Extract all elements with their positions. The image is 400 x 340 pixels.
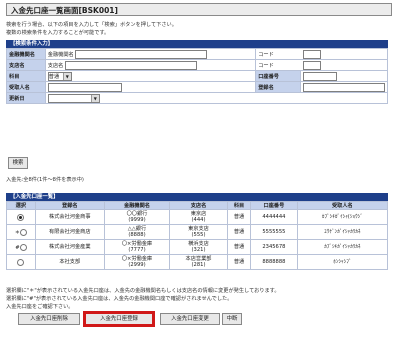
- cancel-button[interactable]: 中断: [222, 313, 242, 325]
- account-input[interactable]: [303, 71, 337, 81]
- search-button[interactable]: 検索: [8, 157, 28, 169]
- bank-cell: △△銀行 (8888): [103, 224, 171, 240]
- column-header: 支店名: [169, 201, 228, 210]
- type-cell: 普通: [226, 209, 252, 225]
- chevron-down-icon: ▼: [62, 72, 71, 80]
- change-button[interactable]: 入金先口座変更: [160, 313, 220, 325]
- select-cell: [6, 254, 36, 270]
- branch-name-input[interactable]: [65, 60, 198, 70]
- branch-code-label: コード: [255, 59, 301, 71]
- table-header: 選択 登録名 金融機関名 支店名 科目 口座番号 受取人名: [6, 201, 389, 210]
- reg-name-input[interactable]: [303, 82, 385, 92]
- table-row[interactable]: ＊有限会社河金商店 △△銀行 (8888) 東京支店 (555) 普通 5555555 ﾕｳｹ…: [6, 224, 389, 240]
- table-row[interactable]: 本社支部 〇×労働金庫 (2999) 本店営業部 (281) 普通 8888888 ﾎﾝｼｬｼ…: [6, 254, 389, 270]
- column-header: 金融機関名: [103, 201, 171, 210]
- branch-code-input[interactable]: [302, 60, 321, 70]
- bank-code: (9999): [128, 217, 146, 223]
- account-cell: 5555555: [250, 224, 298, 240]
- bank-sub-label: 金融機関名: [47, 51, 74, 58]
- select-cell: ＊: [6, 224, 36, 240]
- type-label: 科目: [6, 70, 46, 82]
- branch-cell: 東京店 (444): [169, 209, 228, 225]
- bank-label: 金融機関名: [6, 48, 46, 60]
- holder-cell: ｶﾌﾞｼｷｶﾞｲｼｬｶﾜｶﾈ: [296, 239, 389, 255]
- name-cell: 株式会社河金産業: [34, 239, 105, 255]
- reg-label: 登録名: [255, 81, 301, 93]
- bank-code: (2999): [128, 262, 146, 268]
- instruction-line-1: 検索を行う場合、以下の項目を入力して「検索」ボタンを押して下さい。: [6, 22, 177, 28]
- row-select-radio[interactable]: [17, 213, 25, 221]
- select-cell: [6, 209, 36, 225]
- account-cell: 8888888: [250, 254, 298, 270]
- row-select-radio[interactable]: [17, 258, 25, 266]
- holder-cell: ﾎﾝｼｬｼﾌﾞ: [296, 254, 389, 270]
- holder-cell: ﾕｳｹﾞﾝｶﾞｲｼｬｶﾜｶﾈ: [296, 224, 389, 240]
- branch-sub-label: 支店名: [47, 62, 64, 69]
- name-cell: 有限会社河金商店: [34, 224, 105, 240]
- type-select-value: 普通: [48, 73, 60, 80]
- delete-button[interactable]: 入金先口座削除: [18, 313, 80, 325]
- branch-cell: 横浜支店 (321): [169, 239, 228, 255]
- account-cell: 2345678: [250, 239, 298, 255]
- branch-code: (321): [191, 247, 206, 253]
- bank-code-input[interactable]: [302, 49, 321, 59]
- branch-cell: 東京支店 (555): [169, 224, 228, 240]
- branch-code: (555): [191, 232, 206, 238]
- search-section-header: 【検索条件入力】: [6, 40, 388, 48]
- holder-label: 受取人名: [6, 81, 46, 93]
- bank-cell: 〇〇銀行 (9999): [103, 209, 171, 225]
- table-row[interactable]: # 株式会社河金産業 〇×労働金庫 (7777) 横浜支店 (321) 普通 2345678 ｶ…: [6, 239, 389, 255]
- name-cell: 本社支部: [34, 254, 105, 270]
- bank-code-label: コード: [255, 48, 301, 60]
- holder-cell: ｶﾌﾞｼｷｶﾞｲｼｬ(ｼｮｳｼﾞ: [296, 209, 389, 225]
- bank-code: (8888): [128, 232, 146, 238]
- bank-name-input[interactable]: [75, 49, 208, 59]
- row-select-radio[interactable]: [19, 243, 27, 251]
- account-cell: 4444444: [250, 209, 298, 225]
- column-header: 口座番号: [250, 201, 298, 210]
- list-section-header: 【入金先口座一覧】: [6, 193, 388, 201]
- column-header: 登録名: [34, 201, 105, 210]
- type-cell: 普通: [226, 254, 252, 270]
- select-cell: #: [6, 239, 36, 255]
- column-header: 科目: [226, 201, 252, 210]
- column-header: 受取人名: [296, 201, 389, 210]
- type-select[interactable]: 普通 ▼: [47, 71, 72, 81]
- branch-code: (281): [191, 262, 206, 268]
- branch-code: (444): [191, 217, 206, 223]
- bank-cell: 〇×労働金庫 (2999): [103, 254, 171, 270]
- account-label: 口座番号: [255, 70, 301, 82]
- bank-code: (7777): [128, 247, 146, 253]
- register-button[interactable]: 入金先口座登録: [84, 312, 154, 326]
- result-count: 入金先:全8件(1件〜8件を表示中): [6, 177, 84, 183]
- search-form: 金融機関名 金融機関名 コード 支店名 支店名 コード 科目 普通 ▼ 口座番号 …: [6, 48, 389, 104]
- account-list-table: 選択 登録名 金融機関名 支店名 科目 口座番号 受取人名 株式会社河金商事 〇〇銀行 (999…: [6, 201, 389, 270]
- branch-label: 支店名: [6, 59, 46, 71]
- type-cell: 普通: [226, 224, 252, 240]
- note-line-2: 選択欄に"#"が表示されている入金先口座は、入金先の金融機関口座で確認がされませ…: [6, 296, 233, 302]
- note-line-3: 入金先口座をご確認下さい。: [6, 304, 74, 310]
- column-header: 選択: [6, 201, 36, 210]
- note-line-1: 選択欄に"＊"が表示されている入金先口座は、入金先の金融機関名もしくは支店名の情…: [6, 288, 280, 294]
- status-mark: #: [15, 244, 20, 251]
- updated-label: 更新日: [6, 92, 46, 104]
- bank-cell: 〇×労働金庫 (7777): [103, 239, 171, 255]
- chevron-down-icon: ▼: [90, 94, 99, 102]
- page-title: 入金先口座一覧画面[BSK001]: [6, 3, 392, 16]
- row-select-radio[interactable]: [19, 228, 27, 236]
- holder-input[interactable]: [47, 82, 122, 92]
- table-row[interactable]: 株式会社河金商事 〇〇銀行 (9999) 東京店 (444) 普通 4444444 ｶﾌﾞｼｷ…: [6, 209, 389, 225]
- instruction-line-2: 複数の検索条件を入力することが可能です。: [6, 30, 110, 36]
- branch-cell: 本店営業部 (281): [169, 254, 228, 270]
- name-cell: 株式会社河金商事: [34, 209, 105, 225]
- type-cell: 普通: [226, 239, 252, 255]
- updated-select[interactable]: ▼: [47, 93, 100, 103]
